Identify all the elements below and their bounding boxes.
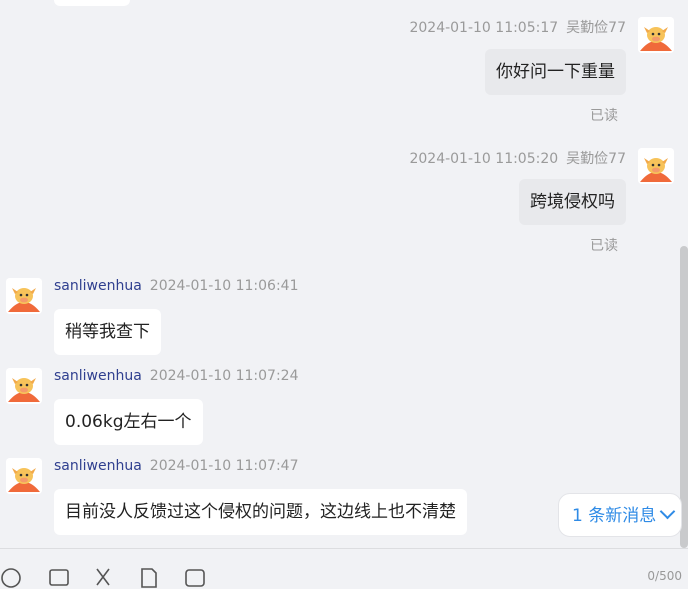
message-sender: 吴勤俭77 xyxy=(566,151,626,167)
avatar[interactable] xyxy=(6,458,42,494)
cow-avatar-icon xyxy=(638,17,674,53)
message-sender: 吴勤俭77 xyxy=(566,20,626,36)
cow-avatar-icon xyxy=(6,458,42,494)
read-status: 已读 xyxy=(590,108,618,124)
emoji-icon[interactable] xyxy=(0,567,22,589)
file-icon[interactable] xyxy=(138,567,160,589)
message-bubble[interactable]: 0.06kg左右一个 xyxy=(54,399,203,445)
message-bubble[interactable]: 你好问一下重量 xyxy=(485,49,626,95)
message-time: 2024-01-10 11:05:17 xyxy=(409,20,559,36)
message-time: 2024-01-10 11:07:47 xyxy=(149,458,299,474)
avatar[interactable] xyxy=(638,17,674,53)
cow-avatar-icon xyxy=(6,278,42,314)
scissors-icon[interactable] xyxy=(92,567,114,589)
message-bubble[interactable]: 目前没人反馈过这个侵权的问题，这边线上也不清楚 xyxy=(54,489,467,535)
message-meta: sanliwenhua 2024-01-10 11:06:41 xyxy=(54,278,299,294)
message-sender[interactable]: sanliwenhua xyxy=(54,458,142,474)
message-time: 2024-01-10 11:07:24 xyxy=(149,368,299,384)
message-bubble[interactable]: 跨境侵权吗 xyxy=(519,179,626,225)
avatar[interactable] xyxy=(6,368,42,404)
message-meta: 2024-01-10 11:05:20 吴勤俭77 xyxy=(409,148,626,168)
cow-avatar-icon xyxy=(638,148,674,184)
avatar[interactable] xyxy=(638,148,674,184)
message-bubble[interactable]: 稍等我查下 xyxy=(54,309,161,355)
previous-message-bubble xyxy=(54,0,130,6)
chevron-down-icon xyxy=(659,503,676,520)
image-icon[interactable] xyxy=(48,567,70,589)
cow-avatar-icon xyxy=(6,368,42,404)
video-icon[interactable] xyxy=(184,567,206,589)
message-time: 2024-01-10 11:05:20 xyxy=(409,151,559,167)
new-messages-label: 1 条新消息 xyxy=(572,506,657,526)
char-count: 0/500 xyxy=(647,569,682,583)
chat-message-list[interactable]: 2024-01-10 11:05:17 吴勤俭77 你好问一下重量 已读 2024… xyxy=(0,0,688,548)
message-meta: 2024-01-10 11:05:17 吴勤俭77 xyxy=(409,17,626,37)
message-meta: sanliwenhua 2024-01-10 11:07:24 xyxy=(54,368,299,384)
read-status: 已读 xyxy=(590,238,618,254)
message-sender[interactable]: sanliwenhua xyxy=(54,368,142,384)
message-meta: sanliwenhua 2024-01-10 11:07:47 xyxy=(54,458,299,474)
input-toolbar: 0/500 xyxy=(0,549,688,588)
avatar[interactable] xyxy=(6,278,42,314)
new-messages-button[interactable]: 1 条新消息 xyxy=(558,493,682,537)
message-sender[interactable]: sanliwenhua xyxy=(54,278,142,294)
message-time: 2024-01-10 11:06:41 xyxy=(149,278,299,294)
